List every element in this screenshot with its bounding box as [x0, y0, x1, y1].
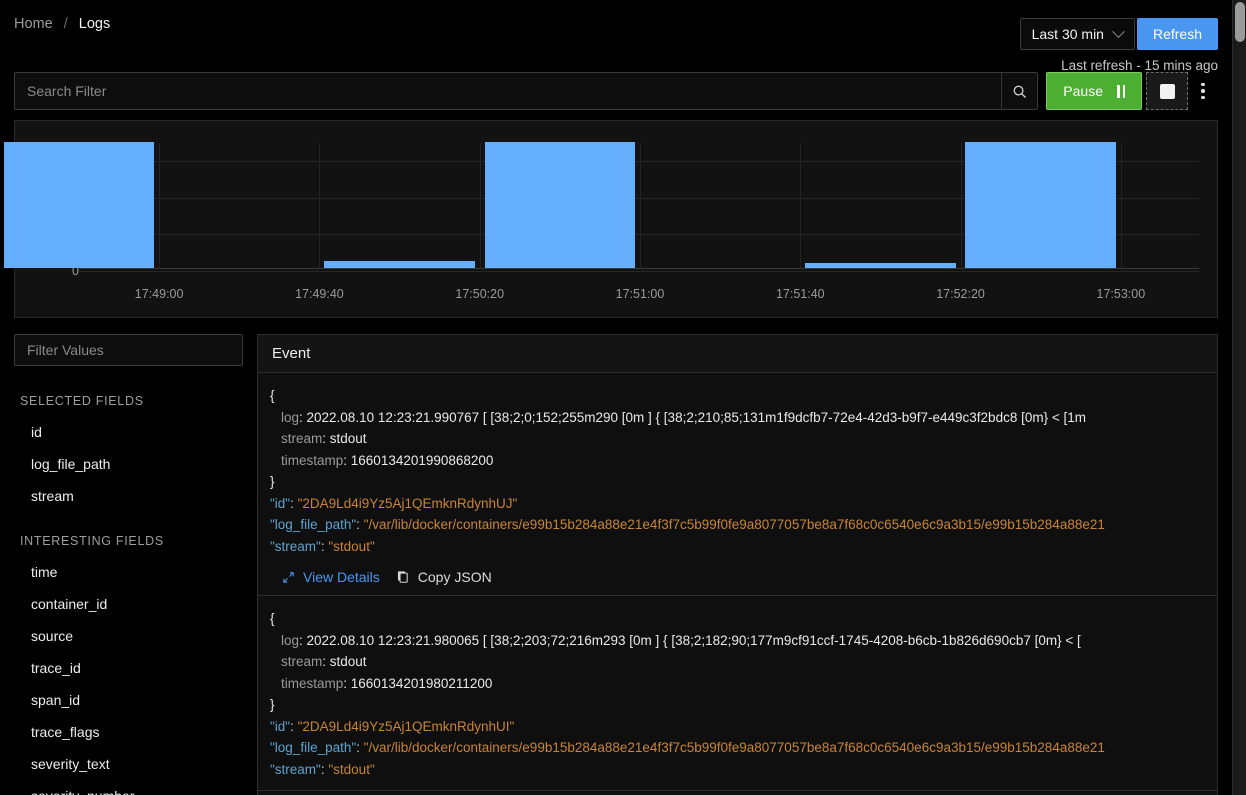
event-json-log-file-path: "log_file_path": "/var/lib/docker/contai… — [270, 517, 1105, 532]
chart-vertical-gridline — [960, 143, 962, 269]
event-timestamp-line: timestamp: 1660134201990868200 — [281, 452, 494, 468]
refresh-button[interactable]: Refresh — [1136, 18, 1218, 50]
chart-vertical-gridline — [319, 143, 321, 269]
kebab-dot — [1201, 95, 1205, 100]
event-timestamp-line: timestamp: 1660134201980211200 — [281, 675, 493, 691]
search-filter-wrap — [14, 72, 1039, 110]
field-item-time[interactable]: time — [14, 564, 241, 580]
event-json-id: "id": "2DA9Ld4i9Yz5Aj1QEmknRdynhUI" — [270, 718, 515, 734]
event-log-line: log: 2022.08.10 12:23:21.990767 [ [38;2;… — [281, 409, 1086, 425]
chart-x-axis — [79, 268, 1199, 269]
event-actions: View Details Copy JSON — [270, 569, 1217, 585]
chart-bar[interactable] — [324, 261, 475, 268]
event-json-stream: "stream": "stdout" — [270, 761, 375, 777]
search-button[interactable] — [1001, 73, 1037, 109]
event-log-line: log: 2022.08.10 12:23:21.980065 [ [38;2;… — [281, 632, 1081, 648]
view-details-button[interactable]: View Details — [282, 569, 380, 585]
last-refresh-status: Last refresh - 15 mins ago — [1061, 58, 1218, 73]
chart-plot-area: 020040060017:49:0017:49:4017:50:2017:51:… — [3, 121, 1217, 317]
events-list[interactable]: { log: 2022.08.10 12:23:21.990767 [ [38;2… — [258, 373, 1217, 795]
field-item-id[interactable]: id — [14, 424, 241, 440]
field-item-severity_number[interactable]: severity_number — [14, 788, 241, 795]
event-brace-close: } — [270, 697, 275, 712]
chart-x-tick-label: 17:49:00 — [134, 287, 184, 301]
event-brace-close: } — [270, 474, 275, 489]
events-column-header: Event — [258, 335, 1217, 373]
field-item-severity_text[interactable]: severity_text — [14, 756, 241, 772]
field-item-trace_id[interactable]: trace_id — [14, 660, 241, 676]
kebab-dot — [1201, 82, 1205, 87]
field-item-trace_flags[interactable]: trace_flags — [14, 724, 241, 740]
chart-x-tick-label: 17:51:00 — [615, 287, 665, 301]
chevron-down-icon — [1112, 24, 1125, 38]
page-header: Home / Logs Last 30 min Refresh Last ref… — [0, 0, 1232, 73]
time-range-select[interactable]: Last 30 min — [1019, 18, 1135, 50]
breadcrumb-current: Logs — [78, 16, 111, 32]
stream-controls: Pause — [1046, 72, 1218, 110]
chart-bar[interactable] — [3, 141, 155, 268]
search-input[interactable] — [15, 73, 1002, 109]
breadcrumb-home[interactable]: Home — [14, 16, 53, 32]
event-brace-open: { — [270, 611, 275, 626]
fields-sidebar: SELECTED FIELDS id log_file_pathstream IN… — [14, 334, 257, 795]
pause-button-label: Pause — [1063, 83, 1103, 99]
interesting-fields-title: INTERESTING FIELDS — [20, 534, 164, 548]
copy-json-button[interactable]: Copy JSON — [396, 569, 492, 585]
page-scrollbar-thumb[interactable] — [1235, 2, 1245, 42]
events-panel: Event { log: 2022.08.10 12:23:21.990767 [… — [257, 334, 1218, 795]
chart-bar[interactable] — [805, 262, 956, 268]
breadcrumb-separator: / — [63, 16, 68, 32]
event-json-log-file-path: "log_file_path": "/var/lib/docker/contai… — [270, 740, 1105, 755]
field-item-stream[interactable]: stream — [14, 488, 241, 504]
main-content: SELECTED FIELDS id log_file_pathstream IN… — [14, 334, 1218, 795]
event-json-id: "id": "2DA9Ld4i9Yz5Aj1QEmknRdynhUJ" — [270, 495, 518, 511]
header-controls-group: Last 30 min Refresh Last refresh - 15 mi… — [1019, 18, 1218, 73]
field-item-container_id[interactable]: container_id — [14, 596, 241, 612]
copy-icon — [397, 571, 408, 583]
event-row[interactable]: { log: 2022.08.10 12:23:21.980065 [ [38;2… — [258, 596, 1217, 791]
stop-icon — [1159, 83, 1175, 99]
chart-vertical-gridline — [479, 143, 481, 269]
field-item-span_id[interactable]: span_id — [14, 692, 241, 708]
event-json-stream: "stream": "stdout" — [270, 538, 375, 554]
event-stream-line: stream: stdout — [281, 431, 367, 446]
chart-vertical-gridline — [1120, 143, 1122, 269]
field-item-source[interactable]: source — [14, 628, 241, 644]
chart-vertical-gridline — [800, 143, 802, 269]
event-stream-line: stream: stdout — [281, 654, 367, 669]
interesting-fields-list: time container_idsource trace_id span_idtra… — [14, 564, 241, 795]
search-icon — [1013, 85, 1027, 98]
search-toolbar: Pause — [14, 72, 1218, 110]
chart-x-tick-label: 17:50:20 — [455, 287, 505, 301]
selected-fields-list: id log_file_pathstream — [14, 424, 241, 504]
chart-x-tick-label: 17:53:00 — [1096, 287, 1146, 301]
expand-icon — [283, 571, 294, 583]
copy-json-label: Copy JSON — [417, 569, 492, 585]
chart-vertical-gridline — [159, 143, 161, 269]
chart-x-tick-label: 17:51:40 — [775, 287, 825, 301]
chart-x-tick-label: 17:49:40 — [295, 287, 344, 301]
field-item-log_file_path[interactable]: log_file_path — [14, 456, 241, 472]
logs-page: Home / Logs Last 30 min Refresh Last ref… — [0, 0, 1232, 795]
chart-gridline — [79, 271, 1199, 272]
chart-bar[interactable] — [965, 141, 1117, 268]
event-row[interactable]: { log: 2022.08.10 12:23:21.990767 [ [38;2… — [258, 373, 1217, 596]
kebab-dot — [1201, 89, 1205, 93]
event-brace-open: { — [270, 388, 275, 403]
pause-icon — [1117, 84, 1125, 98]
more-options-button[interactable] — [1188, 72, 1218, 110]
pause-button[interactable]: Pause — [1046, 72, 1142, 110]
chart-x-tick-label: 17:52:20 — [936, 287, 985, 301]
selected-fields-title: SELECTED FIELDS — [20, 394, 144, 408]
chart-vertical-gridline — [640, 143, 641, 269]
stop-button[interactable] — [1146, 72, 1188, 110]
view-details-label: View Details — [303, 569, 380, 585]
filter-values-input[interactable] — [14, 334, 243, 366]
page-scrollbar[interactable] — [1232, 0, 1246, 795]
log-histogram-chart[interactable]: 020040060017:49:0017:49:4017:50:2017:51:… — [3, 120, 1218, 318]
time-range-value: Last 30 min — [1031, 26, 1104, 42]
chart-bar[interactable] — [484, 141, 636, 268]
